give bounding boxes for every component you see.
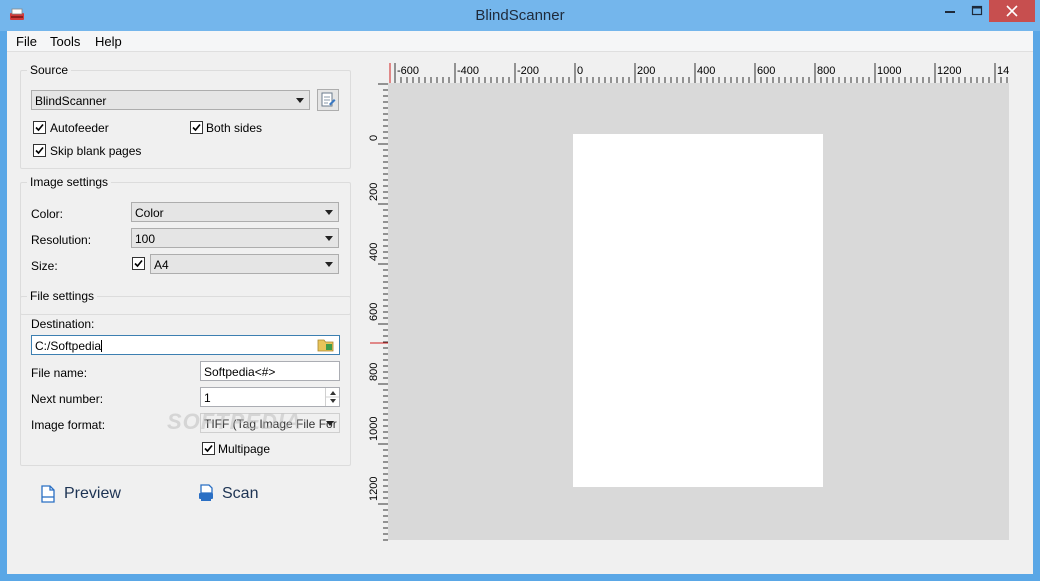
- scan-button[interactable]: Scan: [195, 482, 275, 506]
- minimize-icon: [945, 11, 955, 13]
- ruler-label: 800: [817, 65, 835, 77]
- chevron-down-icon: [325, 210, 333, 215]
- source-group: Source BlindScanner Autofeeder Both side…: [20, 63, 351, 169]
- scanner-select[interactable]: BlindScanner: [31, 90, 310, 110]
- resolution-label: Resolution:: [31, 233, 92, 247]
- size-checkbox[interactable]: [132, 257, 145, 270]
- next-number-label: Next number:: [31, 392, 104, 406]
- ruler-label: 140: [997, 65, 1009, 77]
- checkmark-icon: [35, 146, 44, 155]
- ruler-label: -600: [397, 65, 419, 77]
- autofeeder-checkbox[interactable]: [33, 121, 46, 134]
- file-settings-legend: File settings: [27, 289, 98, 303]
- title-bar: BlindScanner: [0, 0, 1040, 31]
- chevron-down-icon: [325, 262, 333, 267]
- ruler-label: 1000: [368, 417, 380, 441]
- color-select-value: Color: [135, 206, 164, 220]
- checkmark-icon: [35, 123, 44, 132]
- ruler-label: 1000: [877, 65, 901, 77]
- preview-icon: [41, 485, 55, 503]
- skip-blank-label: Skip blank pages: [50, 144, 142, 158]
- autofeeder-label: Autofeeder: [50, 121, 109, 135]
- ruler-label: 400: [697, 65, 715, 77]
- skip-blank-checkbox[interactable]: [33, 144, 46, 157]
- scan-label: Scan: [222, 485, 259, 502]
- checkmark-icon: [204, 444, 213, 453]
- resolution-select[interactable]: 100: [131, 228, 339, 248]
- menu-bar: File Tools Help: [7, 31, 1033, 51]
- window-title: BlindScanner: [475, 7, 565, 24]
- multipage-checkbox[interactable]: [202, 442, 215, 455]
- ruler-label: 600: [757, 65, 775, 77]
- maximize-button[interactable]: [964, 0, 990, 22]
- properties-icon: [321, 92, 336, 107]
- size-label: Size:: [31, 259, 58, 273]
- ruler-label: -400: [457, 65, 479, 77]
- resolution-select-value: 100: [135, 232, 156, 246]
- scanner-properties-button[interactable]: [317, 89, 339, 111]
- source-legend: Source: [27, 63, 72, 77]
- ruler-label: 0: [577, 65, 583, 77]
- chevron-down-icon: [325, 236, 333, 241]
- scan-page-preview: [573, 134, 823, 487]
- size-select[interactable]: A4: [150, 254, 339, 274]
- menu-separator: [7, 51, 1033, 52]
- multipage-label: Multipage: [218, 442, 271, 456]
- destination-label: Destination:: [31, 317, 95, 331]
- color-label: Color:: [31, 207, 64, 221]
- file-name-input[interactable]: Softpedia<#>: [200, 361, 340, 381]
- both-sides-label: Both sides: [206, 121, 263, 135]
- ruler-label: 0: [368, 135, 380, 141]
- ruler-label: 200: [368, 183, 380, 201]
- menu-help[interactable]: Help: [95, 34, 122, 49]
- next-number-input-value: 1: [204, 391, 211, 405]
- status-bar: [7, 556, 1033, 574]
- scanner-select-value: BlindScanner: [35, 94, 107, 108]
- destination-input[interactable]: C:/Softpedia: [31, 335, 340, 355]
- checkmark-icon: [134, 259, 143, 268]
- ruler-label: 1200: [937, 65, 961, 77]
- color-select[interactable]: Color: [131, 202, 339, 222]
- file-name-input-value: Softpedia<#>: [204, 365, 276, 379]
- next-number-stepper[interactable]: [325, 388, 339, 406]
- softpedia-watermark: SOFTPEDIA: [167, 409, 302, 434]
- preview-canvas[interactable]: [388, 83, 1009, 540]
- stepper-arrows-icon: [326, 391, 339, 403]
- horizontal-ruler: -600 -400 -200 0 200 400 600 800 1000 1200 140: [389, 63, 1009, 83]
- scan-icon: [199, 484, 213, 501]
- ruler-label: 1200: [368, 477, 380, 501]
- browse-folder-button[interactable]: [317, 337, 335, 353]
- ruler-label: -200: [517, 65, 539, 77]
- text-caret: [101, 340, 103, 352]
- next-number-input[interactable]: 1: [200, 387, 340, 407]
- close-icon: [1006, 5, 1018, 17]
- preview-label: Preview: [64, 485, 121, 502]
- menu-file[interactable]: File: [16, 34, 37, 49]
- file-name-label: File name:: [31, 366, 88, 380]
- image-settings-legend: Image settings: [27, 175, 112, 189]
- ruler-label: 200: [637, 65, 655, 77]
- menu-tools[interactable]: Tools: [50, 34, 80, 49]
- chevron-down-icon: [296, 98, 304, 103]
- minimize-button[interactable]: [936, 0, 964, 22]
- vertical-ruler: 0 200 400 600 800 1000 1200: [368, 83, 388, 541]
- ruler-label: 600: [368, 303, 380, 321]
- file-settings-group: File settings Destination: C:/Softpedia …: [20, 289, 351, 466]
- maximize-icon: [971, 5, 983, 16]
- size-select-value: A4: [154, 258, 169, 272]
- checkmark-icon: [192, 123, 201, 132]
- chevron-down-icon: [326, 421, 334, 426]
- image-format-label: Image format:: [31, 418, 106, 432]
- main-window: File Tools Help Source BlindScanner Auto…: [7, 31, 1033, 574]
- preview-button[interactable]: Preview: [38, 482, 133, 506]
- both-sides-checkbox[interactable]: [190, 121, 203, 134]
- folder-icon: [317, 339, 334, 352]
- ruler-label: 800: [368, 363, 380, 381]
- destination-input-value: C:/Softpedia: [35, 339, 102, 353]
- ruler-label: 400: [368, 243, 380, 261]
- close-button[interactable]: [989, 0, 1035, 22]
